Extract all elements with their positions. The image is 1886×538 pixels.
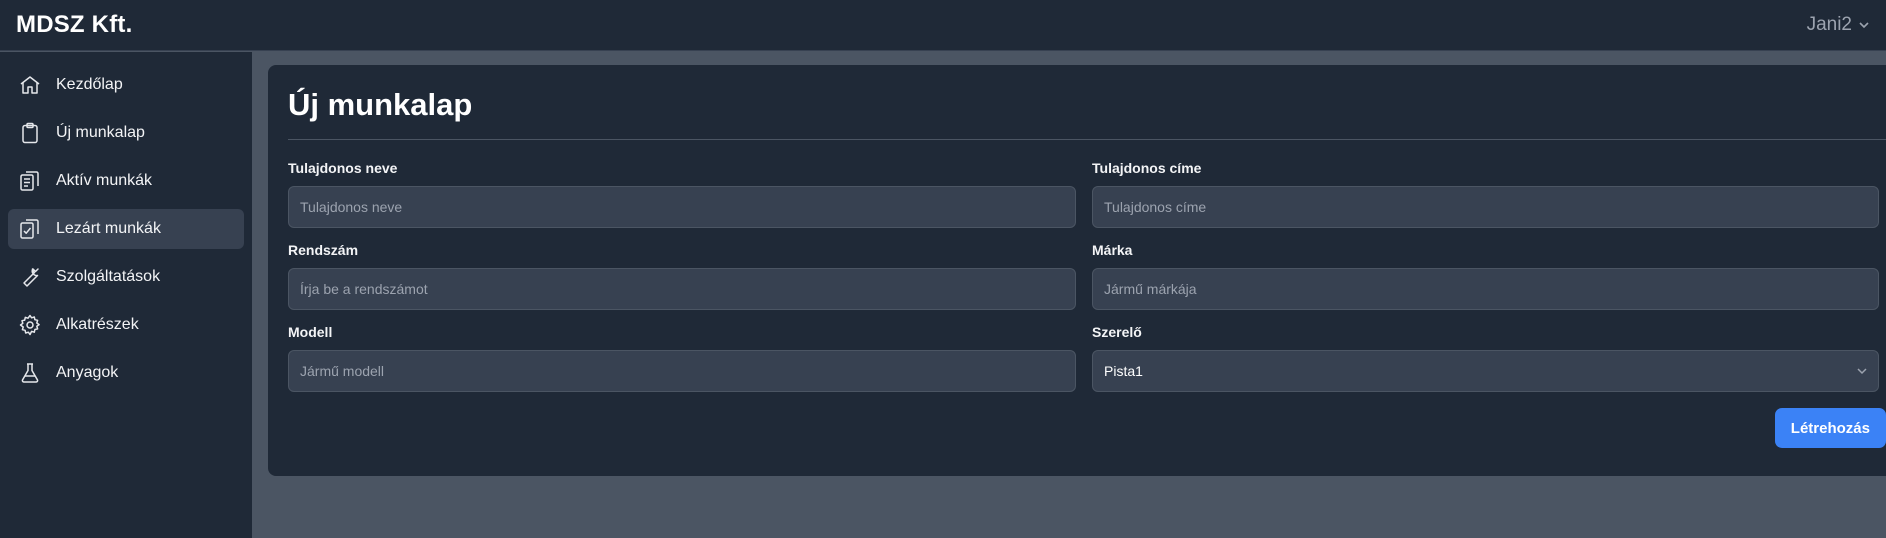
sidebar-item-closed-jobs[interactable]: Lezárt munkák: [8, 209, 244, 249]
owner-address-field-group: Tulajdonos címe: [1092, 160, 1879, 228]
sidebar-item-active-jobs[interactable]: Aktív munkák: [8, 161, 244, 201]
sidebar-item-label: Alkatrészek: [56, 316, 139, 333]
owner-address-label: Tulajdonos címe: [1092, 160, 1202, 176]
brand-logo[interactable]: MDSZ Kft.: [16, 11, 132, 39]
home-icon: [20, 76, 40, 94]
brand-field-group: Márka: [1092, 242, 1879, 310]
gear-icon: [19, 314, 40, 336]
user-menu[interactable]: Jani2: [1807, 14, 1870, 36]
mechanic-label: Szerelő: [1092, 324, 1142, 340]
top-bar: MDSZ Kft. Jani2: [0, 0, 1886, 51]
clipboard-check-icon: [20, 219, 39, 239]
owner-name-input[interactable]: [288, 186, 1076, 228]
owner-name-field-group: Tulajdonos neve: [288, 160, 1076, 228]
page-title: Új munkalap: [288, 87, 473, 122]
sidebar-item-label: Anyagok: [56, 364, 119, 381]
plate-input[interactable]: [288, 268, 1076, 310]
plate-label: Rendszám: [288, 242, 359, 258]
sidebar-item-label: Szolgáltatások: [56, 268, 161, 285]
plate-field-group: Rendszám: [288, 242, 1076, 310]
brand-input[interactable]: [1092, 268, 1879, 310]
chevron-down-icon: [1857, 368, 1867, 375]
sidebar-item-new-worksheet[interactable]: Új munkalap: [8, 113, 244, 153]
owner-address-input[interactable]: [1092, 186, 1879, 228]
sidebar-item-parts[interactable]: Alkatrészek: [8, 305, 244, 345]
sidebar-item-services[interactable]: Szolgáltatások: [8, 257, 244, 297]
chevron-down-icon: [1859, 22, 1869, 29]
clipboard-icon: [22, 122, 38, 144]
worksheet-panel: Új munkalap Tulajdonos neve Tulajdonos c…: [268, 65, 1886, 476]
sidebar-item-label: Lezárt munkák: [56, 220, 161, 237]
mechanic-field-group: Szerelő Pista1: [1092, 324, 1879, 392]
create-button[interactable]: Létrehozás: [1774, 408, 1886, 448]
user-name: Jani2: [1806, 14, 1852, 35]
mechanic-select[interactable]: Pista1: [1092, 350, 1879, 392]
form-actions: Létrehozás: [288, 408, 1886, 448]
sidebar-item-label: Kezdőlap: [56, 76, 123, 93]
sidebar: Kezdőlap Új munkalap Aktív munkák Lezárt…: [0, 52, 252, 538]
sidebar-item-materials[interactable]: Anyagok: [8, 353, 244, 393]
sidebar-item-label: Új munkalap: [56, 124, 145, 141]
model-input[interactable]: [288, 350, 1076, 392]
divider: [288, 139, 1886, 140]
brand-label: Márka: [1092, 242, 1133, 258]
sidebar-item-home[interactable]: Kezdőlap: [8, 65, 244, 105]
flask-icon: [21, 363, 39, 383]
model-label: Modell: [288, 324, 333, 340]
owner-name-label: Tulajdonos neve: [288, 160, 398, 176]
sidebar-item-label: Aktív munkák: [56, 172, 153, 189]
clipboard-list-icon: [20, 171, 39, 191]
mechanic-selected-value: Pista1: [1104, 363, 1143, 379]
worksheet-form: Tulajdonos neve Tulajdonos címe Rendszám…: [288, 160, 1886, 406]
model-field-group: Modell: [288, 324, 1076, 392]
wrench-icon: [23, 268, 39, 287]
